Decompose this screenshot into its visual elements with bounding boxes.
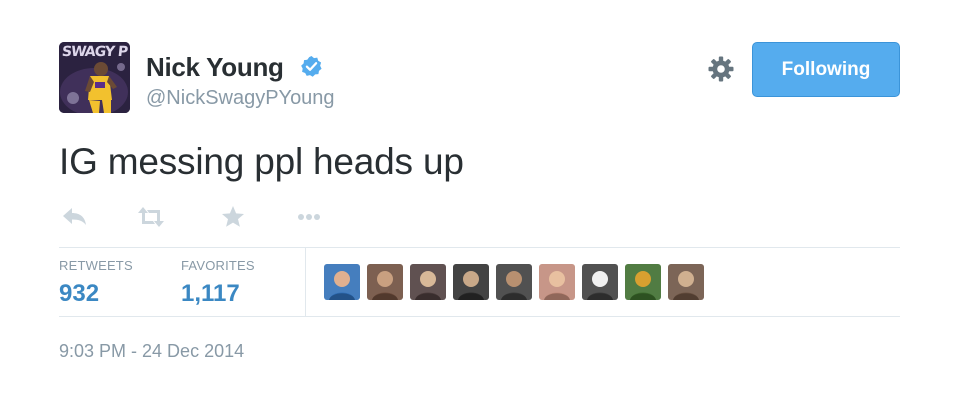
user-handle[interactable]: @NickSwagyPYoung xyxy=(146,87,335,110)
reply-icon[interactable] xyxy=(59,203,91,231)
more-icon[interactable] xyxy=(293,203,325,231)
retweet-icon[interactable] xyxy=(135,203,167,231)
favoriter-avatar[interactable] xyxy=(625,264,661,300)
user-display-name[interactable]: Nick Young xyxy=(146,52,284,83)
favoriter-avatar[interactable] xyxy=(324,264,360,300)
retweets-label: RETWEETS xyxy=(59,258,133,273)
user-avatar[interactable]: SWAGY P xyxy=(59,42,130,113)
favorites-count[interactable]: 1,117 xyxy=(181,280,240,308)
verified-badge-icon xyxy=(301,55,322,77)
following-button[interactable]: Following xyxy=(752,42,900,97)
retweets-count[interactable]: 932 xyxy=(59,280,99,308)
tweet-timestamp[interactable]: 9:03 PM - 24 Dec 2014 xyxy=(59,341,244,362)
stats-top-divider xyxy=(59,247,900,248)
stats-bottom-divider xyxy=(59,316,900,317)
favoriter-avatar[interactable] xyxy=(410,264,446,300)
favorite-icon[interactable] xyxy=(217,203,249,231)
favoriter-avatar[interactable] xyxy=(539,264,575,300)
favoriter-avatar[interactable] xyxy=(367,264,403,300)
favoriter-avatar[interactable] xyxy=(582,264,618,300)
avatar-logo-text: SWAGY P xyxy=(61,44,128,60)
favoriter-avatar[interactable] xyxy=(496,264,532,300)
gear-icon[interactable] xyxy=(707,55,735,83)
favoriter-avatar[interactable] xyxy=(453,264,489,300)
favorites-label: FAVORITES xyxy=(181,258,255,273)
favoriter-avatar[interactable] xyxy=(668,264,704,300)
stats-vertical-divider xyxy=(305,248,306,316)
tweet-text: IG messing ppl heads up xyxy=(59,141,464,182)
